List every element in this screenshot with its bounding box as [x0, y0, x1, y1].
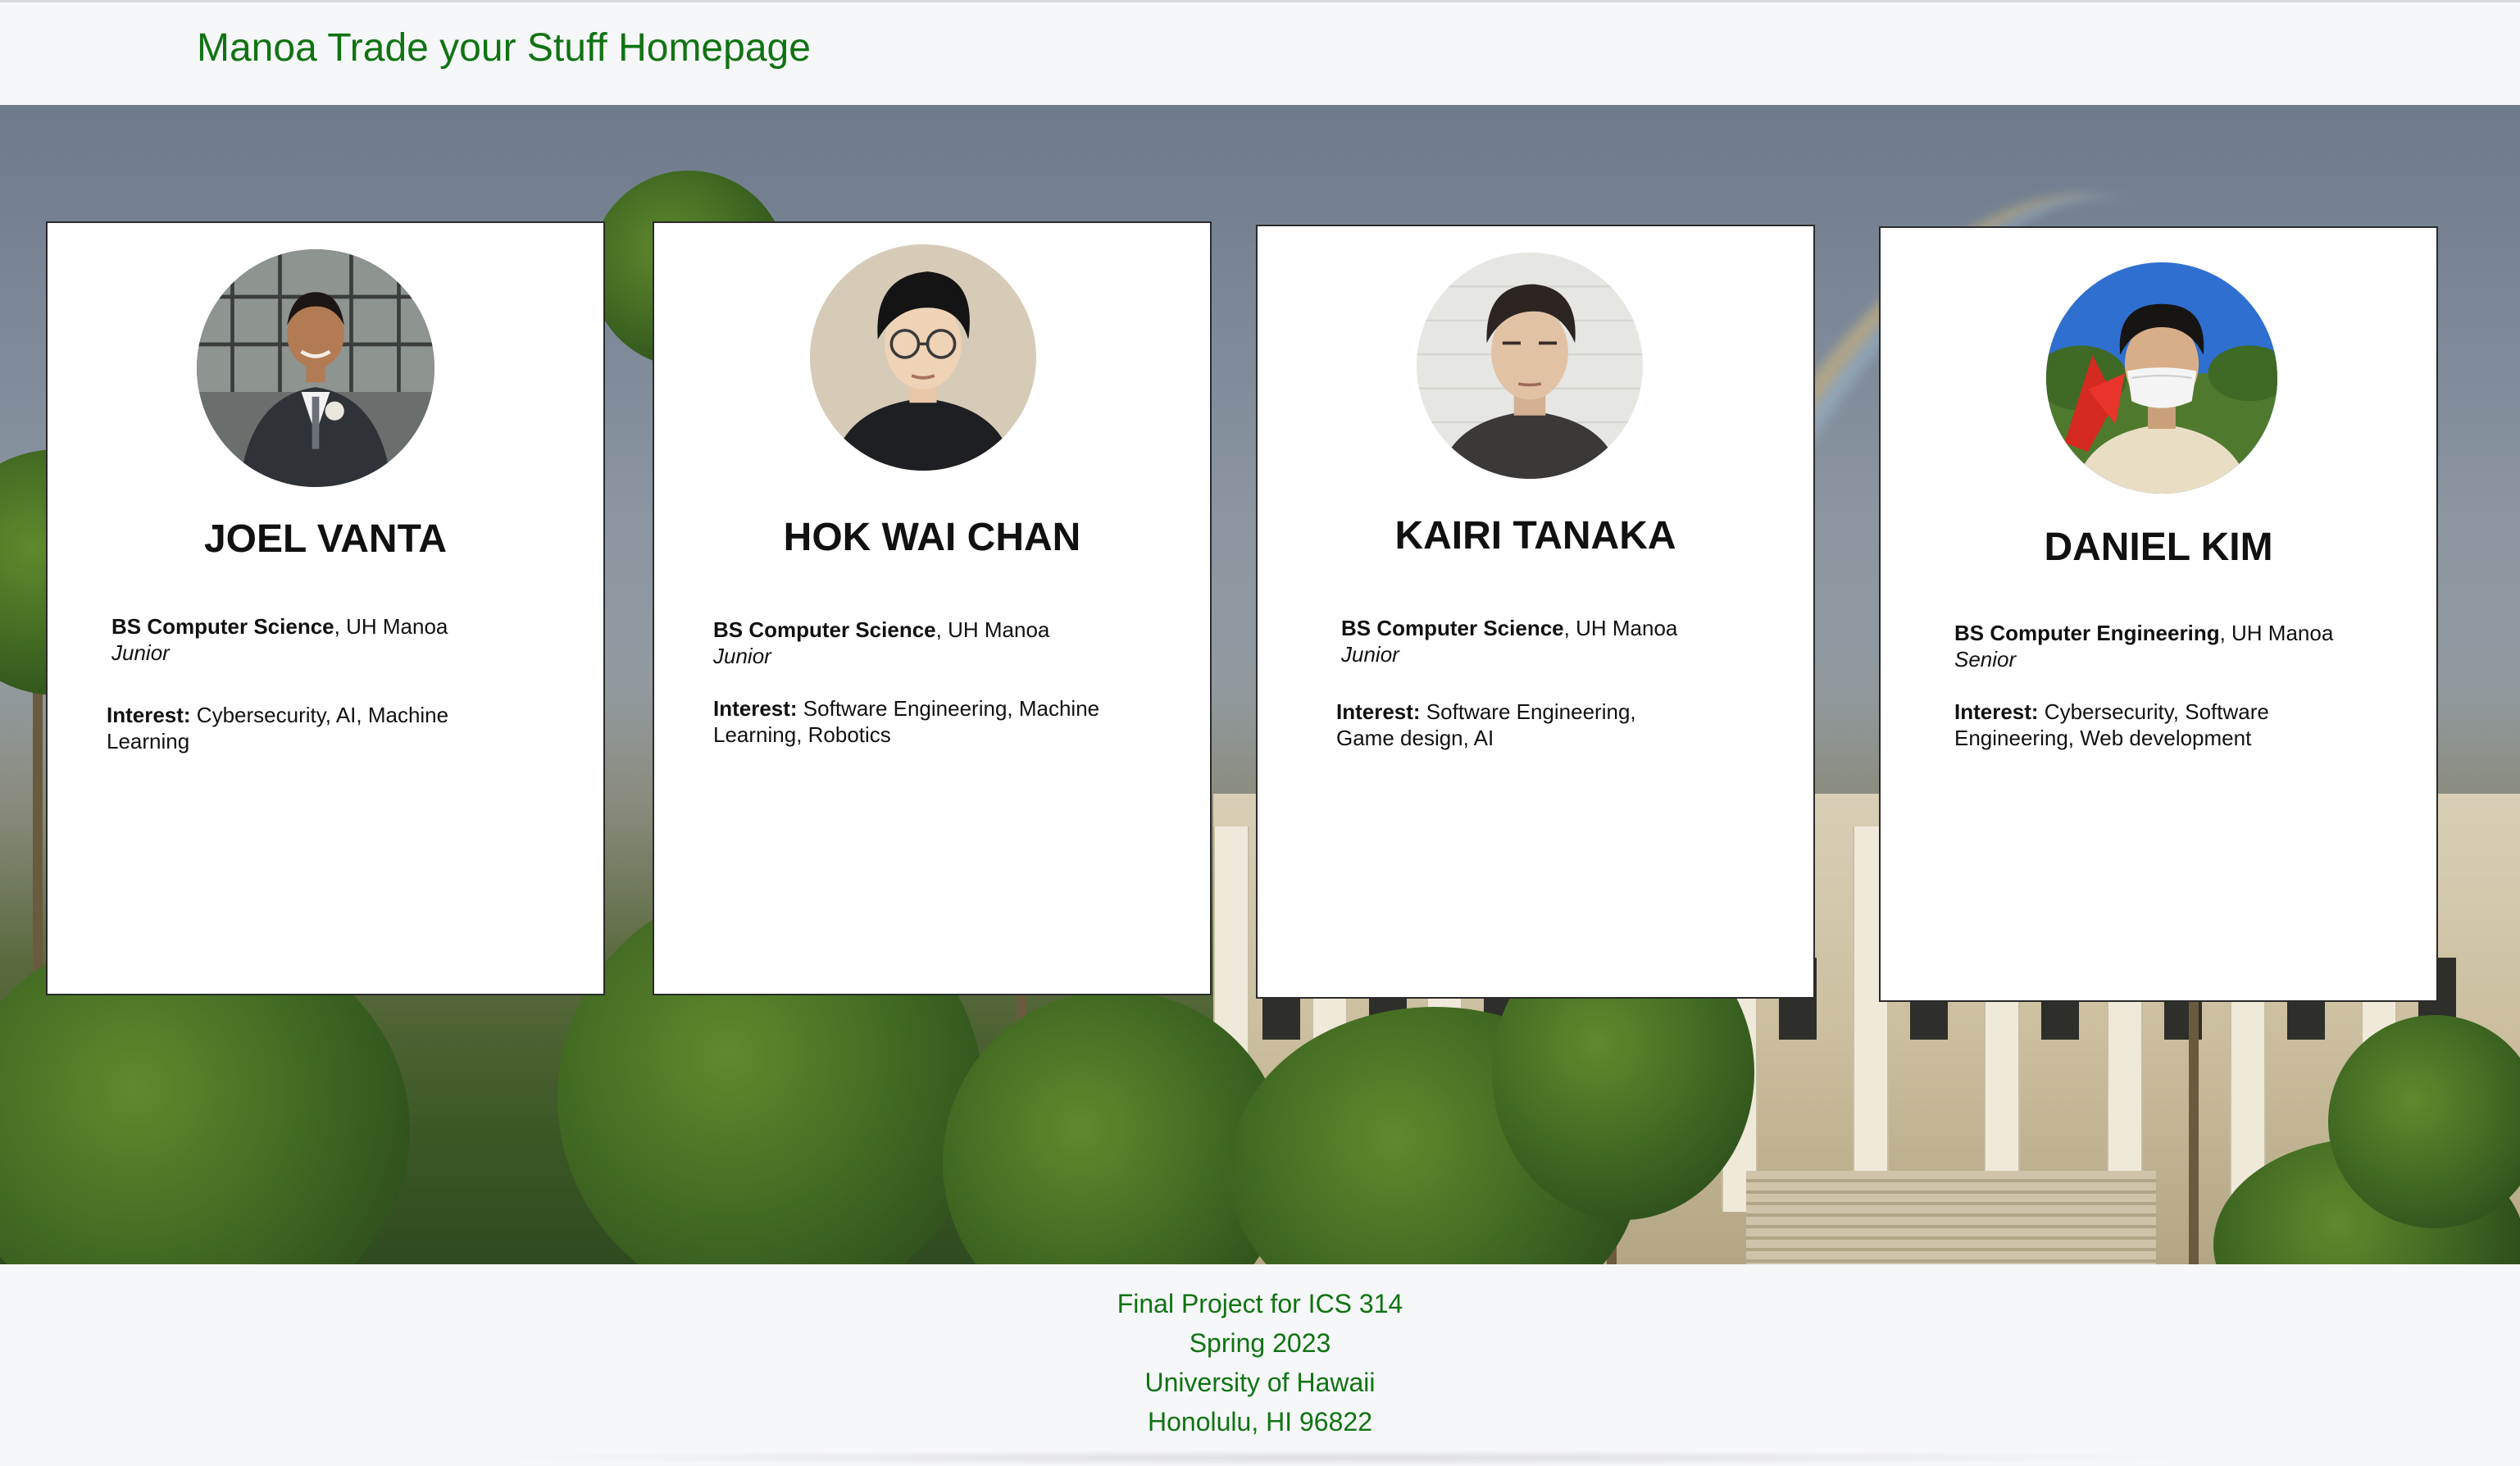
class-year: Junior [111, 640, 170, 665]
member-name: KAIRI TANAKA [1394, 514, 1676, 558]
interest-label: Interest: [713, 696, 798, 721]
degree: BS Computer Engineering [1954, 621, 2220, 645]
interest-label: Interest: [1336, 699, 1421, 724]
school: , UH Manoa [334, 614, 448, 639]
member-degree-info: BS Computer Science, UH Manoa Junior [1341, 615, 1677, 667]
class-year: Junior [1341, 642, 1399, 667]
member-name: DANIEL KIM [2044, 526, 2273, 569]
member-degree-info: BS Computer Science, UH Manoa Junior [713, 617, 1049, 669]
member-interest: Interest: Software Engineering, Machine … [713, 695, 1156, 748]
member-interest: Interest: Cybersecurity, AI, Machine Lea… [107, 702, 492, 754]
footer-university-line: University of Hawaii [1144, 1368, 1376, 1397]
navbar: Manoa Trade your Stuff Homepage [0, 0, 2520, 105]
footer-shadow [459, 1450, 2230, 1466]
team-card: KAIRI TANAKA BS Computer Science, UH Man… [1256, 225, 1815, 999]
brand-link[interactable]: Manoa Trade your Stuff Homepage [197, 25, 811, 71]
school: , UH Manoa [2219, 621, 2334, 645]
member-name: HOK WAI CHAN [783, 516, 1081, 559]
school: , UH Manoa [1563, 616, 1678, 640]
member-degree-info: BS Computer Science, UH Manoa Junior [111, 613, 448, 666]
member-name: JOEL VANTA [203, 517, 448, 561]
avatar [2046, 262, 2277, 494]
footer: Final Project for ICS 314 Spring 2023 Un… [0, 1264, 2520, 1466]
team-card: HOK WAI CHAN BS Computer Science, UH Man… [653, 221, 1212, 995]
team-card: JOEL VANTA BS Computer Science, UH Manoa… [46, 221, 605, 995]
degree: BS Computer Science [1341, 616, 1564, 640]
avatar [1417, 253, 1643, 479]
team-card: DANIEL KIM BS Computer Engineering, UH M… [1879, 226, 2438, 1002]
class-year: Junior [713, 644, 771, 668]
school: , UH Manoa [935, 617, 1050, 642]
degree: BS Computer Science [713, 617, 936, 642]
degree: BS Computer Science [111, 614, 334, 639]
avatar [197, 249, 434, 487]
campus-steps [1746, 1171, 2156, 1264]
member-interest: Interest: Software Engineering, Game des… [1336, 699, 1681, 751]
class-year: Senior [1954, 647, 2017, 672]
member-interest: Interest: Cybersecurity, Software Engine… [1954, 699, 2340, 751]
interest-label: Interest: [107, 703, 191, 727]
footer-project-line: Final Project for ICS 314 [1117, 1289, 1403, 1318]
interest-label: Interest: [1954, 699, 2039, 724]
footer-address-line: Honolulu, HI 96822 [1148, 1407, 1372, 1436]
member-degree-info: BS Computer Engineering, UH Manoa Senior [1954, 620, 2333, 672]
footer-semester-line: Spring 2023 [1189, 1328, 1331, 1358]
avatar [810, 244, 1036, 471]
